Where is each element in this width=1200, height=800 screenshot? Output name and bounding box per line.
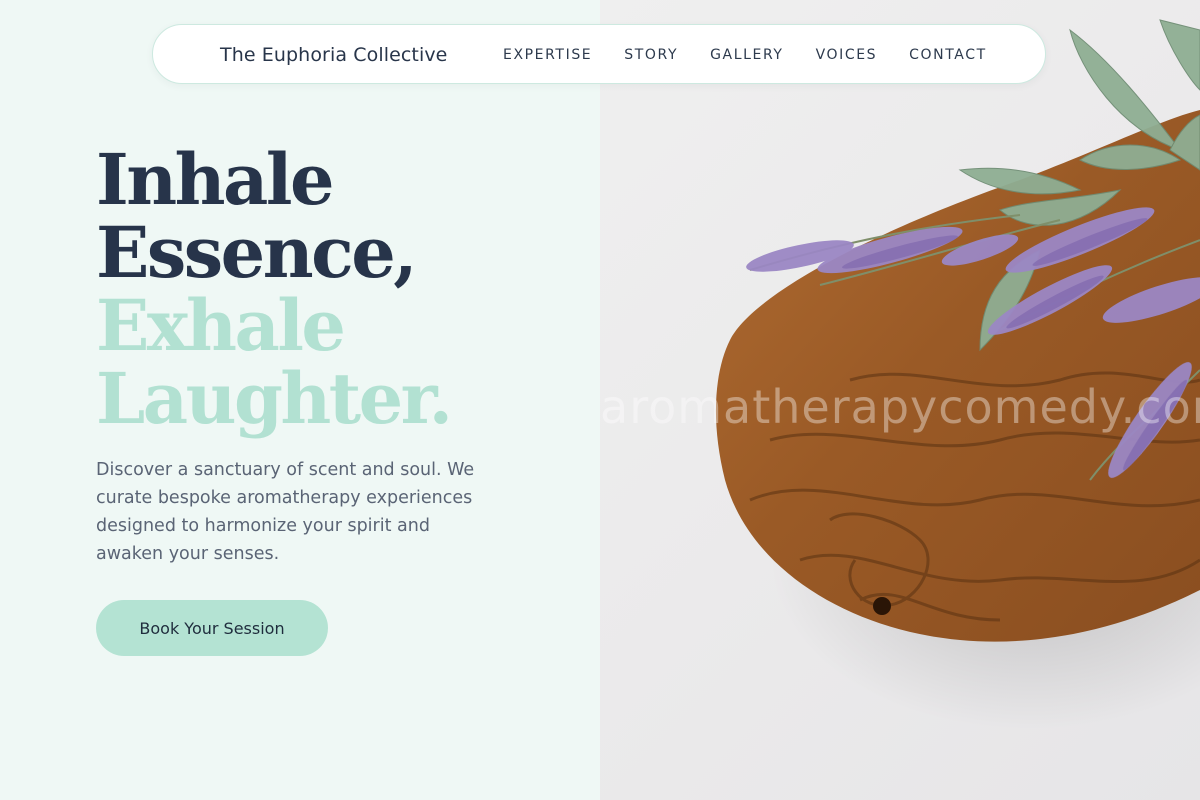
hero-headline: Inhale Essence, Exhale Laughter. [96,138,453,440]
nav-links: EXPERTISE STORY GALLERY VOICES CONTACT [503,47,1019,63]
top-navigation: The Euphoria Collective EXPERTISE STORY … [152,24,1046,84]
headline-line-laughter: Laughter. [96,357,453,440]
headline-line-inhale: Inhale [96,138,335,221]
headline-line-exhale: Exhale [96,284,346,367]
hero-image: aromatherapycomedy.com [600,0,1200,800]
book-session-button[interactable]: Book Your Session [96,600,328,656]
wood-knot [873,597,891,615]
nav-link-story[interactable]: STORY [624,47,678,63]
nav-link-expertise[interactable]: EXPERTISE [503,47,592,63]
nav-link-voices[interactable]: VOICES [816,47,878,63]
brand-name[interactable]: The Euphoria Collective [220,44,447,66]
headline-line-essence: Essence, [96,211,418,294]
watermark-text: aromatherapycomedy.com [600,380,1200,434]
hero-description: Discover a sanctuary of scent and soul. … [96,460,475,564]
nav-link-gallery[interactable]: GALLERY [710,47,783,63]
nav-link-contact[interactable]: CONTACT [909,47,987,63]
